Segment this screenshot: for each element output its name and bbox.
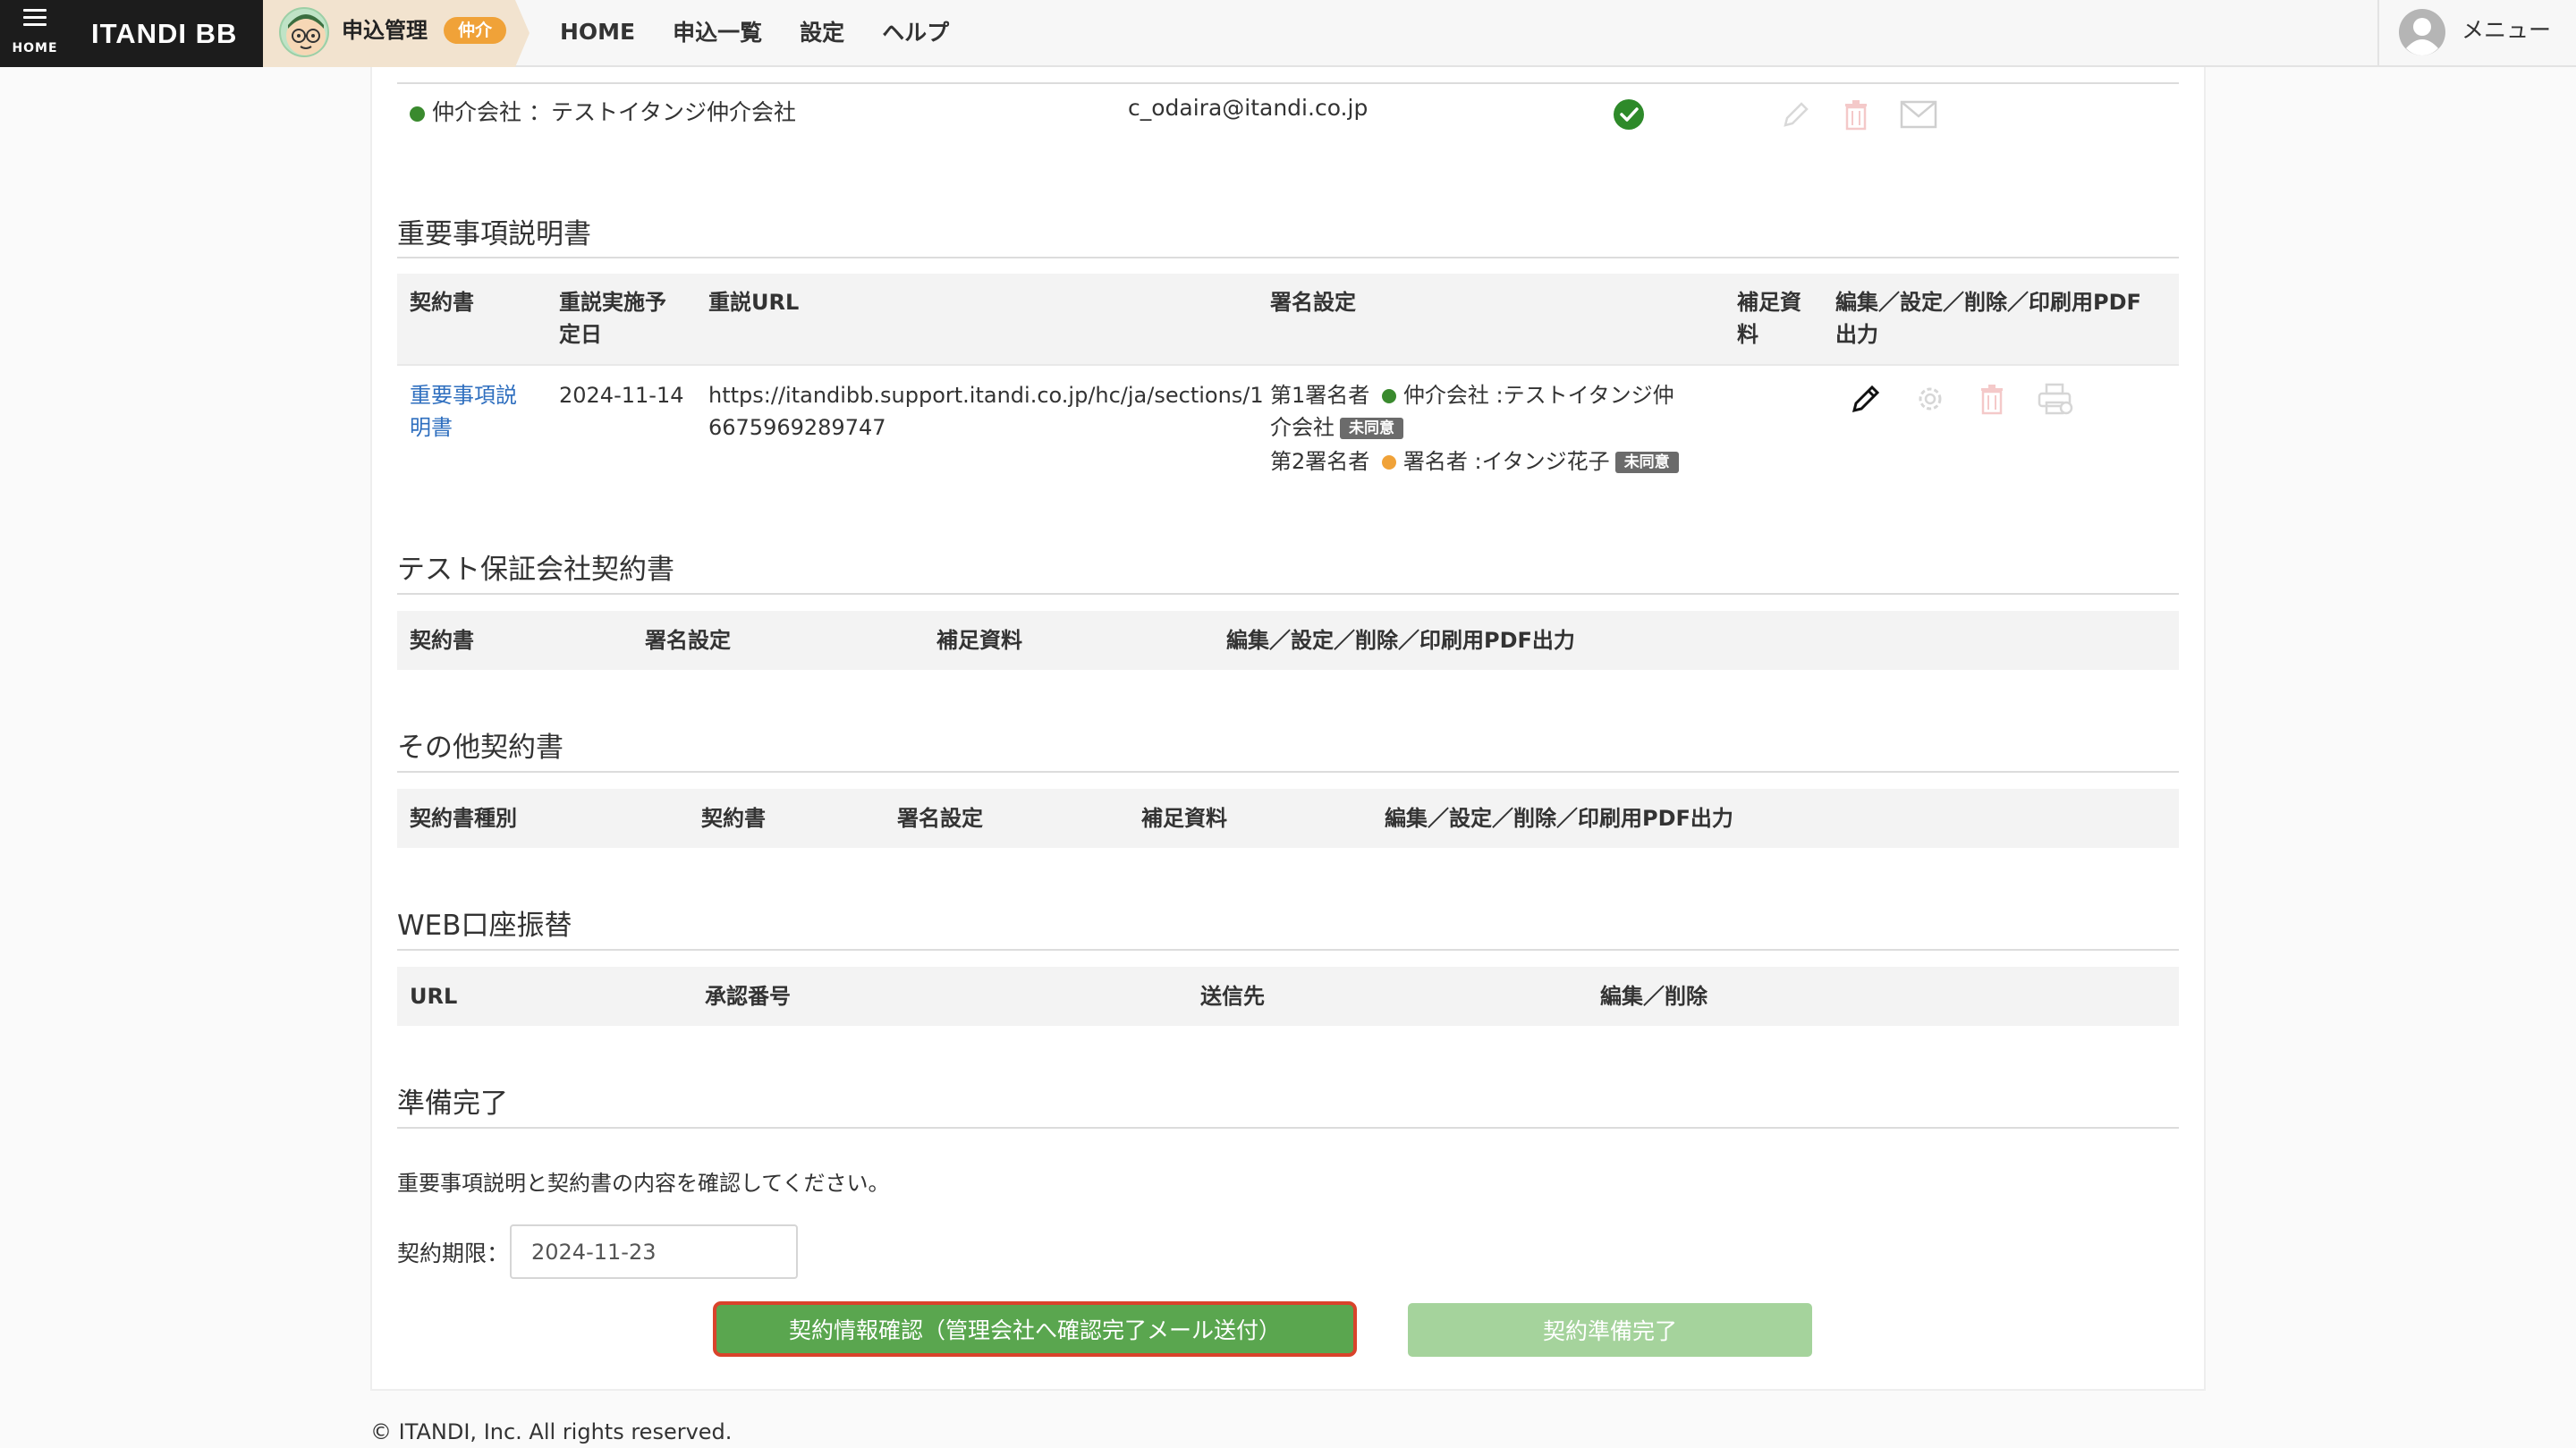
footer-copyright: © ITANDI, Inc. All rights reserved. [370,1419,733,1444]
col-actions-line2: 出力 [1835,322,1878,347]
section-rule [397,1127,2179,1129]
signer2: 第2署名者 署名者 :イタンジ花子 未同意 [1270,445,1679,478]
app-name: 申込管理 [342,18,428,43]
nav-help[interactable]: ヘルプ [882,15,949,47]
deadline-date-input[interactable] [510,1224,798,1279]
main-nav: HOME 申込一覧 設定 ヘルプ [560,0,949,63]
broker-email: c_odaira@itandi.co.jp [1128,95,1368,121]
deadline-label: 契約期限： [397,1241,510,1266]
edit-pencil-icon[interactable] [1850,383,1882,415]
section-title-jyusetsu: 重要事項説明書 [397,218,591,250]
top-header: HOME ITANDI BB 申込管理 仲介 HOME 申込一覧 設定 ヘルプ [0,0,2576,67]
section-title-guarantee: テスト保証会社契約書 [397,554,674,586]
ready-note: 重要事項説明と契約書の内容を確認してください。 [397,1171,890,1196]
col-actions: 編集／設定／削除／印刷用PDF出力 [1226,628,1575,653]
check-circle-icon [1614,99,1644,130]
broker-contact: 仲介会社 ：テストイタンジ仲介会社 [410,95,796,127]
signer1-dot-icon [1381,389,1396,403]
col-signature: 署名設定 [1270,290,1356,315]
col-actions: 編集／設定／削除／印刷用PDF出力 [1385,806,1733,831]
section-rule [397,593,2179,595]
signer2-status-badge: 未同意 [1614,452,1679,473]
app-role-badge: 仲介 [444,17,507,44]
app-mascot-icon [279,7,329,57]
doc-link-line2[interactable]: 明書 [410,411,453,444]
hamburger-icon [23,9,47,30]
signer2-name: 署名者 :イタンジ花子 [1402,449,1610,474]
col-approval-number: 承認番号 [705,984,791,1009]
col-recipient: 送信先 [1200,984,1265,1009]
col-contract: 契約書 [701,806,766,831]
signer1-prefix: 第1署名者 [1270,383,1370,408]
mail-icon[interactable] [1900,100,1937,129]
jyusetsu-url-line2: 6675969289747 [708,415,886,440]
jyusetsu-url-line1: https://itandibb.support.itandi.co.jp/hc… [708,383,1264,408]
table-header-jyusetsu: 契約書 重説実施予 定日 重説URL 署名設定 補足資 料 編集／設定／削除／印… [397,274,2179,365]
user-avatar-icon [2399,9,2445,55]
col-contract-type: 契約書種別 [410,806,517,831]
signer1: 第1署名者 仲介会社 :テストイタンジ仲 [1270,379,1674,411]
trash-icon[interactable] [1843,98,1869,131]
col-date-line1: 重説実施予 [559,290,666,315]
col-supplement: 補足資料 [1141,806,1227,831]
section-rule [397,257,2179,258]
col-supplement-line2: 料 [1737,322,1758,347]
brand-logo[interactable]: ITANDI BB [70,0,263,67]
gear-icon[interactable] [1914,383,1946,415]
nav-application-list[interactable]: 申込一覧 [673,15,762,47]
section-title-web: WEB口座振替 [397,910,572,942]
col-url: 重説URL [708,290,800,315]
home-label: HOME [12,41,58,55]
col-signature: 署名設定 [645,628,731,653]
app-tab[interactable]: 申込管理 仲介 [263,0,531,67]
user-menu-label: メニュー [2462,17,2552,43]
jyusetsu-date: 2024-11-14 [559,383,684,408]
nav-home[interactable]: HOME [560,19,635,45]
section-rule [397,949,2179,951]
signer2-dot-icon [1381,455,1396,470]
col-url: URL [410,984,458,1009]
user-menu[interactable]: メニュー [2377,0,2576,67]
pencil-icon[interactable] [1780,100,1810,131]
doc-link-line1[interactable]: 重要事項説 [410,379,517,411]
signer1-status-badge: 未同意 [1340,418,1403,439]
table-header-guarantee: 契約書 署名設定 補足資料 編集／設定／削除／印刷用PDF出力 [397,611,2179,670]
signer1-name-line1: 仲介会社 :テストイタンジ仲 [1402,383,1674,408]
section-title-ready: 準備完了 [397,1088,508,1120]
delete-trash-icon[interactable] [1979,383,2005,415]
nav-settings[interactable]: 設定 [800,15,844,47]
col-date-line2: 定日 [559,322,602,347]
col-actions: 編集／削除 [1600,984,1707,1009]
confirm-contract-info-button[interactable]: 契約情報確認（管理会社へ確認完了メール送付） [713,1301,1357,1357]
col-supplement-line1: 補足資 [1737,290,1801,315]
table-header-web: URL 承認番号 送信先 編集／削除 [397,967,2179,1026]
col-actions-line1: 編集／設定／削除／印刷用PDF [1835,290,2141,315]
status-dot-icon [410,106,425,122]
col-contract: 契約書 [410,628,474,653]
col-contract: 契約書 [410,290,474,315]
print-pdf-icon[interactable] [2038,383,2073,415]
section-title-other: その他契約書 [397,732,564,764]
divider [397,364,2179,366]
home-menu-button[interactable]: HOME [0,0,70,67]
contract-ready-button[interactable]: 契約準備完了 [1408,1303,1812,1357]
divider [397,82,2179,84]
col-supplement: 補足資料 [936,628,1022,653]
broker-label: 仲介会社 ：テストイタンジ仲介会社 [432,99,796,125]
col-signature: 署名設定 [897,806,983,831]
table-header-other: 契約書種別 契約書 署名設定 補足資料 編集／設定／削除／印刷用PDF出力 [397,789,2179,848]
signer1-cont: 介会社 未同意 [1270,411,1403,444]
signer1-name-line2: 介会社 [1270,415,1335,440]
signer2-prefix: 第2署名者 [1270,449,1370,474]
section-rule [397,771,2179,773]
